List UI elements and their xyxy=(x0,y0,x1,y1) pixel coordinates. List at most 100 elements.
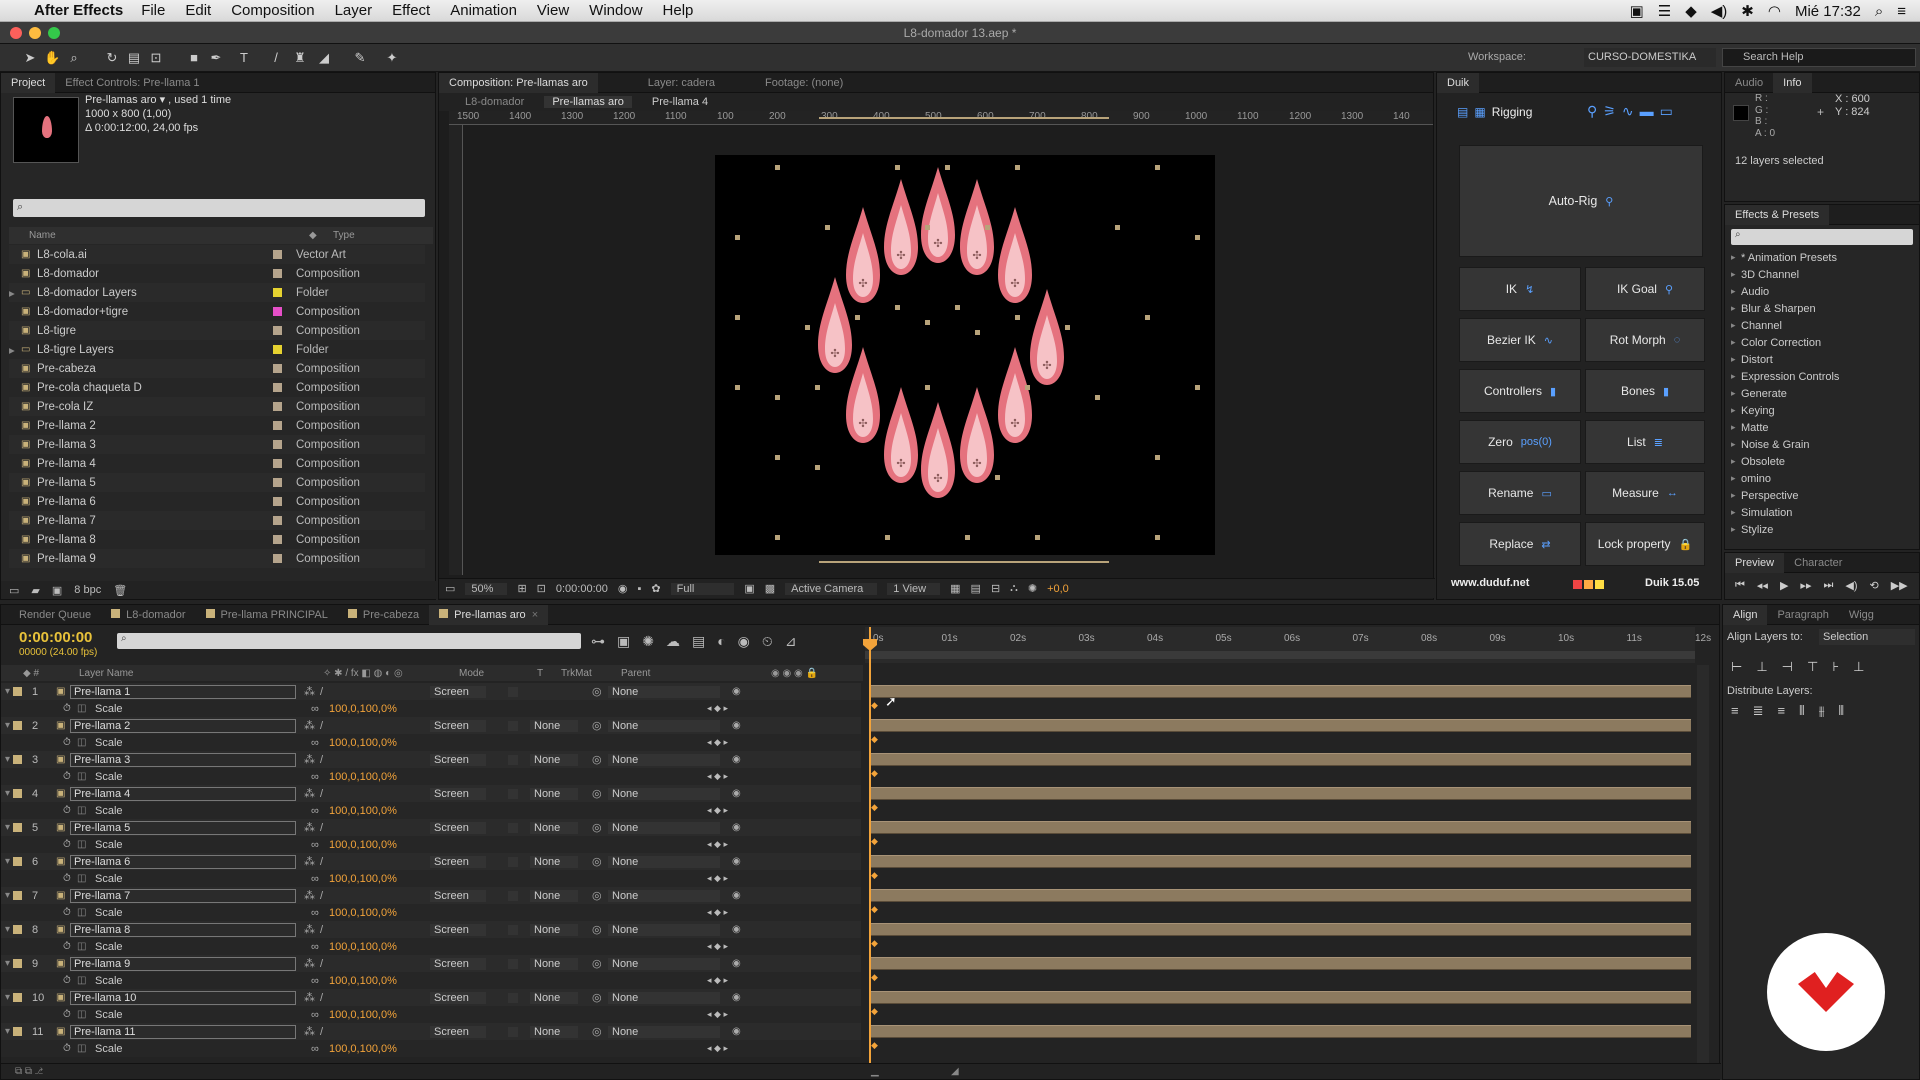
layer-duration-bar[interactable] xyxy=(871,821,1691,834)
stopwatch-icon[interactable]: ⏱ xyxy=(63,703,77,714)
label-column-icon[interactable]: ◆ xyxy=(309,230,333,241)
expand-arrow-icon[interactable]: ▸ xyxy=(1731,269,1741,280)
label-color-swatch[interactable] xyxy=(273,535,282,544)
keyframe-navigator-icon[interactable]: ◂ ◆ ▸ xyxy=(707,737,728,748)
property-twirl-icon[interactable]: ◫ xyxy=(77,737,91,748)
quality-switch-icon[interactable]: / xyxy=(320,856,430,868)
layer-name[interactable]: Pre-llama 6 xyxy=(70,854,296,869)
keyframe-icon[interactable]: ◆ xyxy=(871,802,878,813)
property-twirl-icon[interactable]: ◫ xyxy=(77,771,91,782)
pick-whip-icon[interactable]: ◎ xyxy=(592,685,608,698)
timeline-search-input[interactable]: ⌕ xyxy=(117,633,581,649)
effect-category[interactable]: ▸ Expression Controls xyxy=(1731,368,1919,385)
volume-icon[interactable]: ◀) xyxy=(1711,2,1728,20)
layer-name[interactable]: Pre-llama 7 xyxy=(70,888,296,903)
rotate-tool-icon[interactable]: ↻ xyxy=(104,50,120,66)
composition-canvas[interactable]: ✣ ✣ ✣ ✣ ✣ ✣ ✣ ✣ ✣ ✣ ✣ ✣ xyxy=(715,155,1215,555)
property-row[interactable]: ⏱ ◫ Scale ∞ 100,0,100,0% ◂ ◆ ▸ xyxy=(1,1040,861,1057)
constrain-proportions-icon[interactable]: ∞ xyxy=(311,907,329,919)
stopwatch-icon[interactable]: ⏱ xyxy=(63,975,77,986)
align-to-dropdown[interactable]: Selection xyxy=(1819,629,1915,645)
breadcrumb-pre-llama-4[interactable]: Pre-llama 4 xyxy=(652,96,708,108)
anchor-point-marker[interactable] xyxy=(995,475,1000,480)
snapshot-icon[interactable]: ◉ xyxy=(618,582,628,595)
search-help-input[interactable]: Search Help xyxy=(1722,48,1916,67)
parent-dropdown[interactable]: None xyxy=(608,923,720,936)
anchor-point-marker[interactable] xyxy=(985,225,990,230)
duik-measure-button[interactable]: Measure ↔ xyxy=(1585,471,1705,515)
duik-lock-property-button[interactable]: Lock property 🔒 xyxy=(1585,522,1705,566)
layer-name[interactable]: Pre-llama 2 xyxy=(70,718,296,733)
effect-category[interactable]: ▸ Audio xyxy=(1731,283,1919,300)
keyframe-icon[interactable]: ◆ xyxy=(871,734,878,745)
brainstorm-icon[interactable]: ◉ xyxy=(738,633,750,650)
pen-tool-icon[interactable]: ✒ xyxy=(208,50,224,66)
tab-paragraph[interactable]: Paragraph xyxy=(1767,605,1838,625)
shy-switch-icon[interactable]: ⁂ xyxy=(304,991,320,1004)
layer-duration-bar[interactable] xyxy=(871,1025,1691,1038)
trkmat-dropdown[interactable]: None xyxy=(530,923,578,936)
draft3d-icon[interactable]: ⛬ xyxy=(1010,582,1018,595)
effect-category[interactable]: ▸ Matte xyxy=(1731,419,1919,436)
align-hcenter-icon[interactable]: ⊥ xyxy=(1756,659,1767,675)
blend-mode-dropdown[interactable]: Screen xyxy=(430,923,486,936)
layer-label-swatch[interactable] xyxy=(13,925,22,934)
expand-arrow-icon[interactable]: ▸ xyxy=(1731,507,1741,518)
effect-category[interactable]: ▸ Obsolete xyxy=(1731,453,1919,470)
property-row[interactable]: ⏱ ◫ Scale ∞ 100,0,100,0% ◂ ◆ ▸ xyxy=(1,768,861,785)
clone-stamp-tool-icon[interactable]: ♜ xyxy=(292,50,308,66)
expand-arrow-icon[interactable]: ▸ xyxy=(1731,422,1741,433)
effect-category[interactable]: ▸ Generate xyxy=(1731,385,1919,402)
label-color-swatch[interactable] xyxy=(273,478,282,487)
preserve-transparency-checkbox[interactable] xyxy=(508,924,518,935)
screen-icon[interactable]: ▣ xyxy=(1630,2,1644,20)
project-item[interactable]: ▣ Pre-llama 2 Composition xyxy=(9,416,425,435)
flowchart-icon[interactable]: ⊟ xyxy=(991,582,1000,595)
distribute-top-icon[interactable]: ≡ xyxy=(1731,703,1739,719)
tab-layer[interactable]: Layer: cadera xyxy=(638,73,725,93)
stopwatch-icon[interactable]: ⏱ xyxy=(63,907,77,918)
region-icon[interactable]: ⊡ xyxy=(537,582,546,595)
layer-label-swatch[interactable] xyxy=(13,789,22,798)
property-twirl-icon[interactable]: ◫ xyxy=(77,873,91,884)
current-time-indicator[interactable] xyxy=(869,627,871,1065)
preserve-transparency-checkbox[interactable] xyxy=(508,856,518,867)
trkmat-dropdown[interactable]: None xyxy=(530,753,578,766)
timeline-layer-row[interactable]: ▾ 7 ▣ Pre-llama 7 ⁂ / Screen None ◎ None ◉ xyxy=(1,887,861,904)
anchor-point-marker[interactable] xyxy=(925,225,930,230)
scale-value[interactable]: 100,0,100,0% xyxy=(329,805,707,817)
effect-category[interactable]: ▸ Keying xyxy=(1731,402,1919,419)
shy-switch-icon[interactable]: ⁂ xyxy=(304,923,320,936)
flame-layer[interactable]: ✣ xyxy=(997,345,1033,445)
pick-whip-icon[interactable]: ◎ xyxy=(592,855,608,868)
twirl-down-icon[interactable]: ▾ xyxy=(1,856,13,867)
project-item[interactable]: ▸ ▭ L8-domador Layers Folder xyxy=(9,283,425,302)
effects-search-input[interactable]: ⌕ xyxy=(1731,229,1913,245)
label-color-swatch[interactable] xyxy=(273,250,282,259)
parent-dropdown[interactable]: None xyxy=(608,855,720,868)
project-item[interactable]: ▣ Pre-cola IZ Composition xyxy=(9,397,425,416)
trkmat-dropdown[interactable]: None xyxy=(530,719,578,732)
align-top-icon[interactable]: ⊤ xyxy=(1807,659,1818,675)
preserve-transparency-checkbox[interactable] xyxy=(508,992,518,1003)
effect-category[interactable]: ▸ Simulation xyxy=(1731,504,1919,521)
tab-project[interactable]: Project xyxy=(1,72,56,93)
effect-category[interactable]: ▸ Channel xyxy=(1731,317,1919,334)
keyframe-navigator-icon[interactable]: ◂ ◆ ▸ xyxy=(707,873,728,884)
anchor-point-marker[interactable] xyxy=(775,165,780,170)
stopwatch-icon[interactable]: ⏱ xyxy=(63,771,77,782)
visibility-eye-icon[interactable]: ◉ xyxy=(732,890,741,901)
pick-whip-icon[interactable]: ◎ xyxy=(592,821,608,834)
parent-dropdown[interactable]: None xyxy=(608,685,720,698)
shy-switch-icon[interactable]: ⁂ xyxy=(304,889,320,902)
comp-timecode[interactable]: 0:00:00:00 xyxy=(556,583,608,595)
effect-category[interactable]: ▸ Blur & Sharpen xyxy=(1731,300,1919,317)
label-color-swatch[interactable] xyxy=(273,364,282,373)
project-item[interactable]: ▣ L8-tigre Composition xyxy=(9,321,425,340)
property-row[interactable]: ⏱ ◫ Scale ∞ 100,0,100,0% ◂ ◆ ▸ xyxy=(1,734,861,751)
timeline-layer-row[interactable]: ▾ 3 ▣ Pre-llama 3 ⁂ / Screen None ◎ None ◉ xyxy=(1,751,861,768)
visibility-eye-icon[interactable]: ◉ xyxy=(732,822,741,833)
preserve-transparency-checkbox[interactable] xyxy=(508,958,518,969)
pick-whip-icon[interactable]: ◎ xyxy=(592,719,608,732)
expand-arrow-icon[interactable]: ▸ xyxy=(1731,456,1741,467)
